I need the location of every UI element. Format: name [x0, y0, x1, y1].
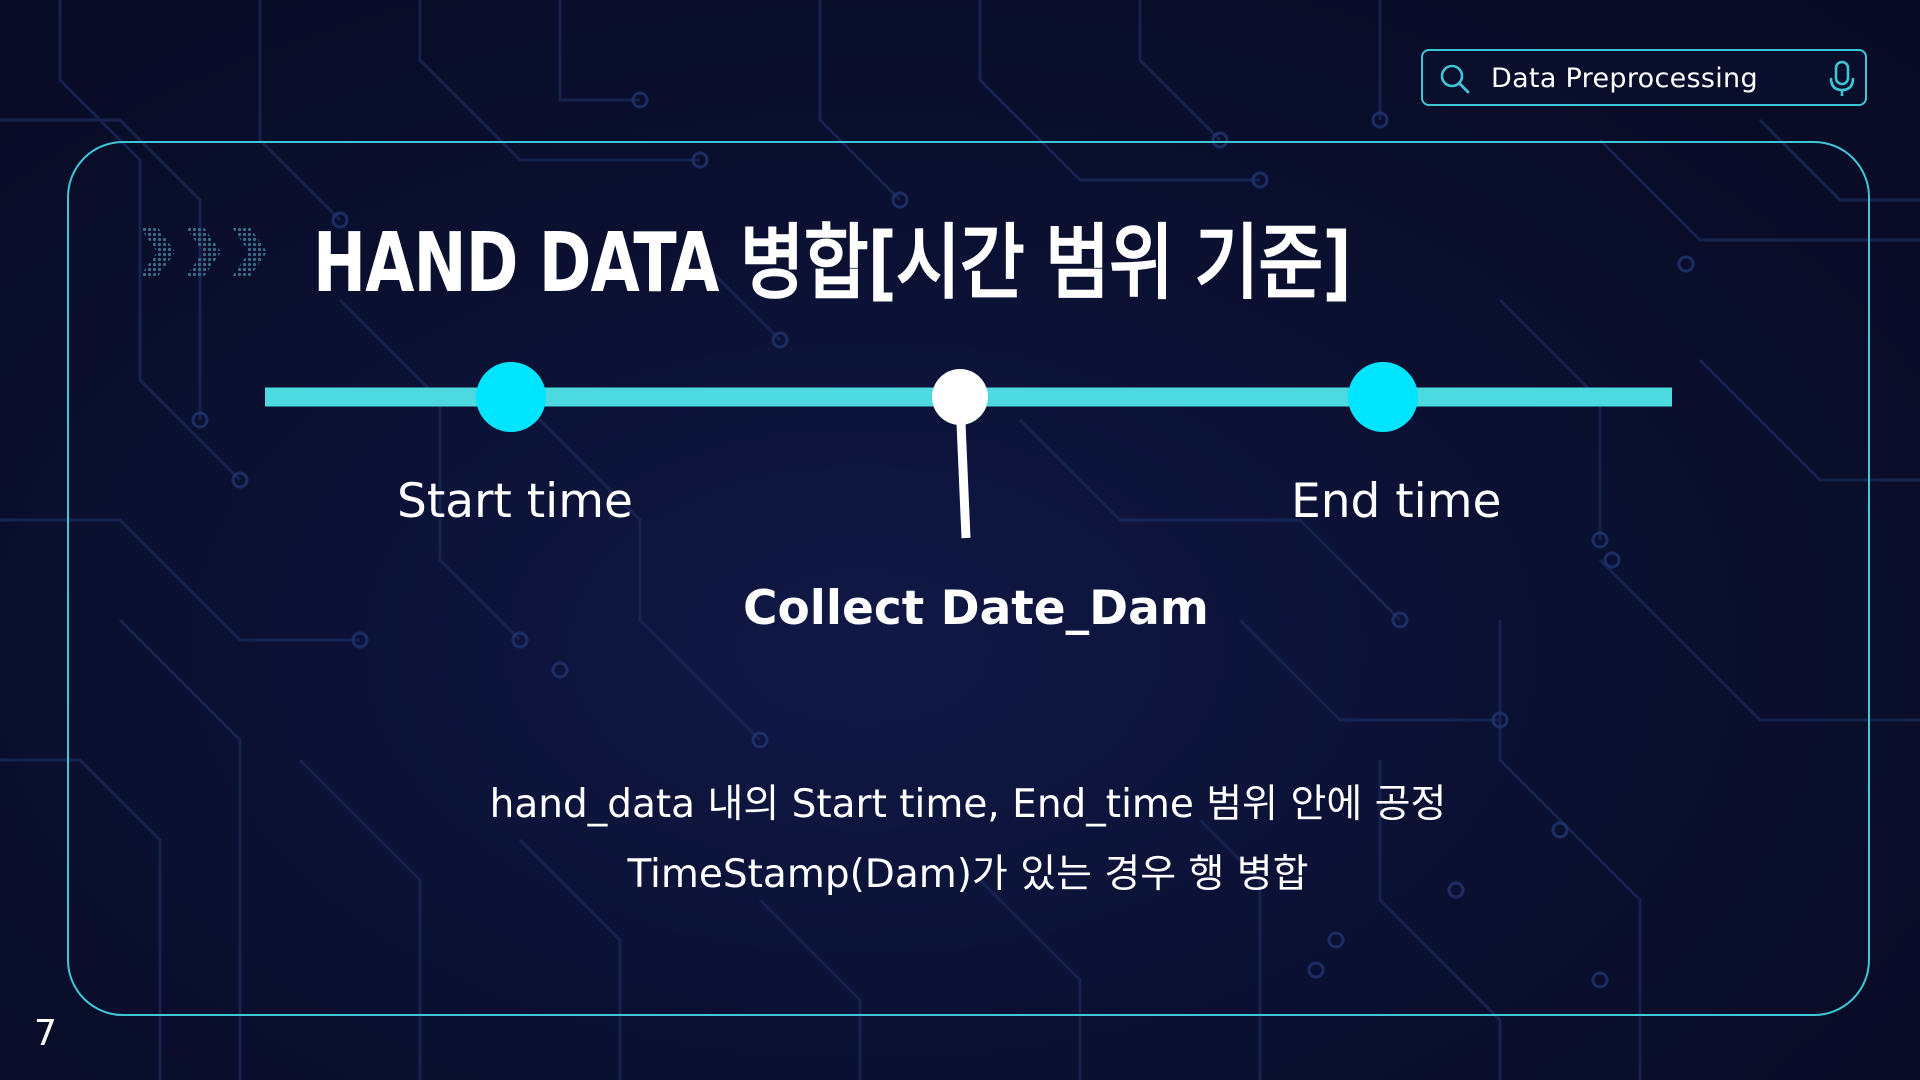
end-time-node — [1348, 362, 1418, 432]
description-line-2: TimeStamp(Dam)가 있는 경우 행 병합 — [627, 852, 1309, 897]
start-time-label: Start time — [397, 474, 633, 529]
timeline — [265, 362, 1672, 539]
collect-date-label: Collect Date_Dam — [743, 581, 1209, 636]
collect-date-node — [932, 369, 988, 425]
slide: Data Preprocessing HAND DATA 병합[시간 범위 기준… — [0, 0, 1920, 1080]
end-time-label: End time — [1291, 474, 1502, 529]
start-time-node — [476, 362, 546, 432]
description-line-1: hand_data 내의 Start time, End_time 범위 안에 … — [489, 782, 1447, 827]
page-number: 7 — [34, 1013, 57, 1054]
